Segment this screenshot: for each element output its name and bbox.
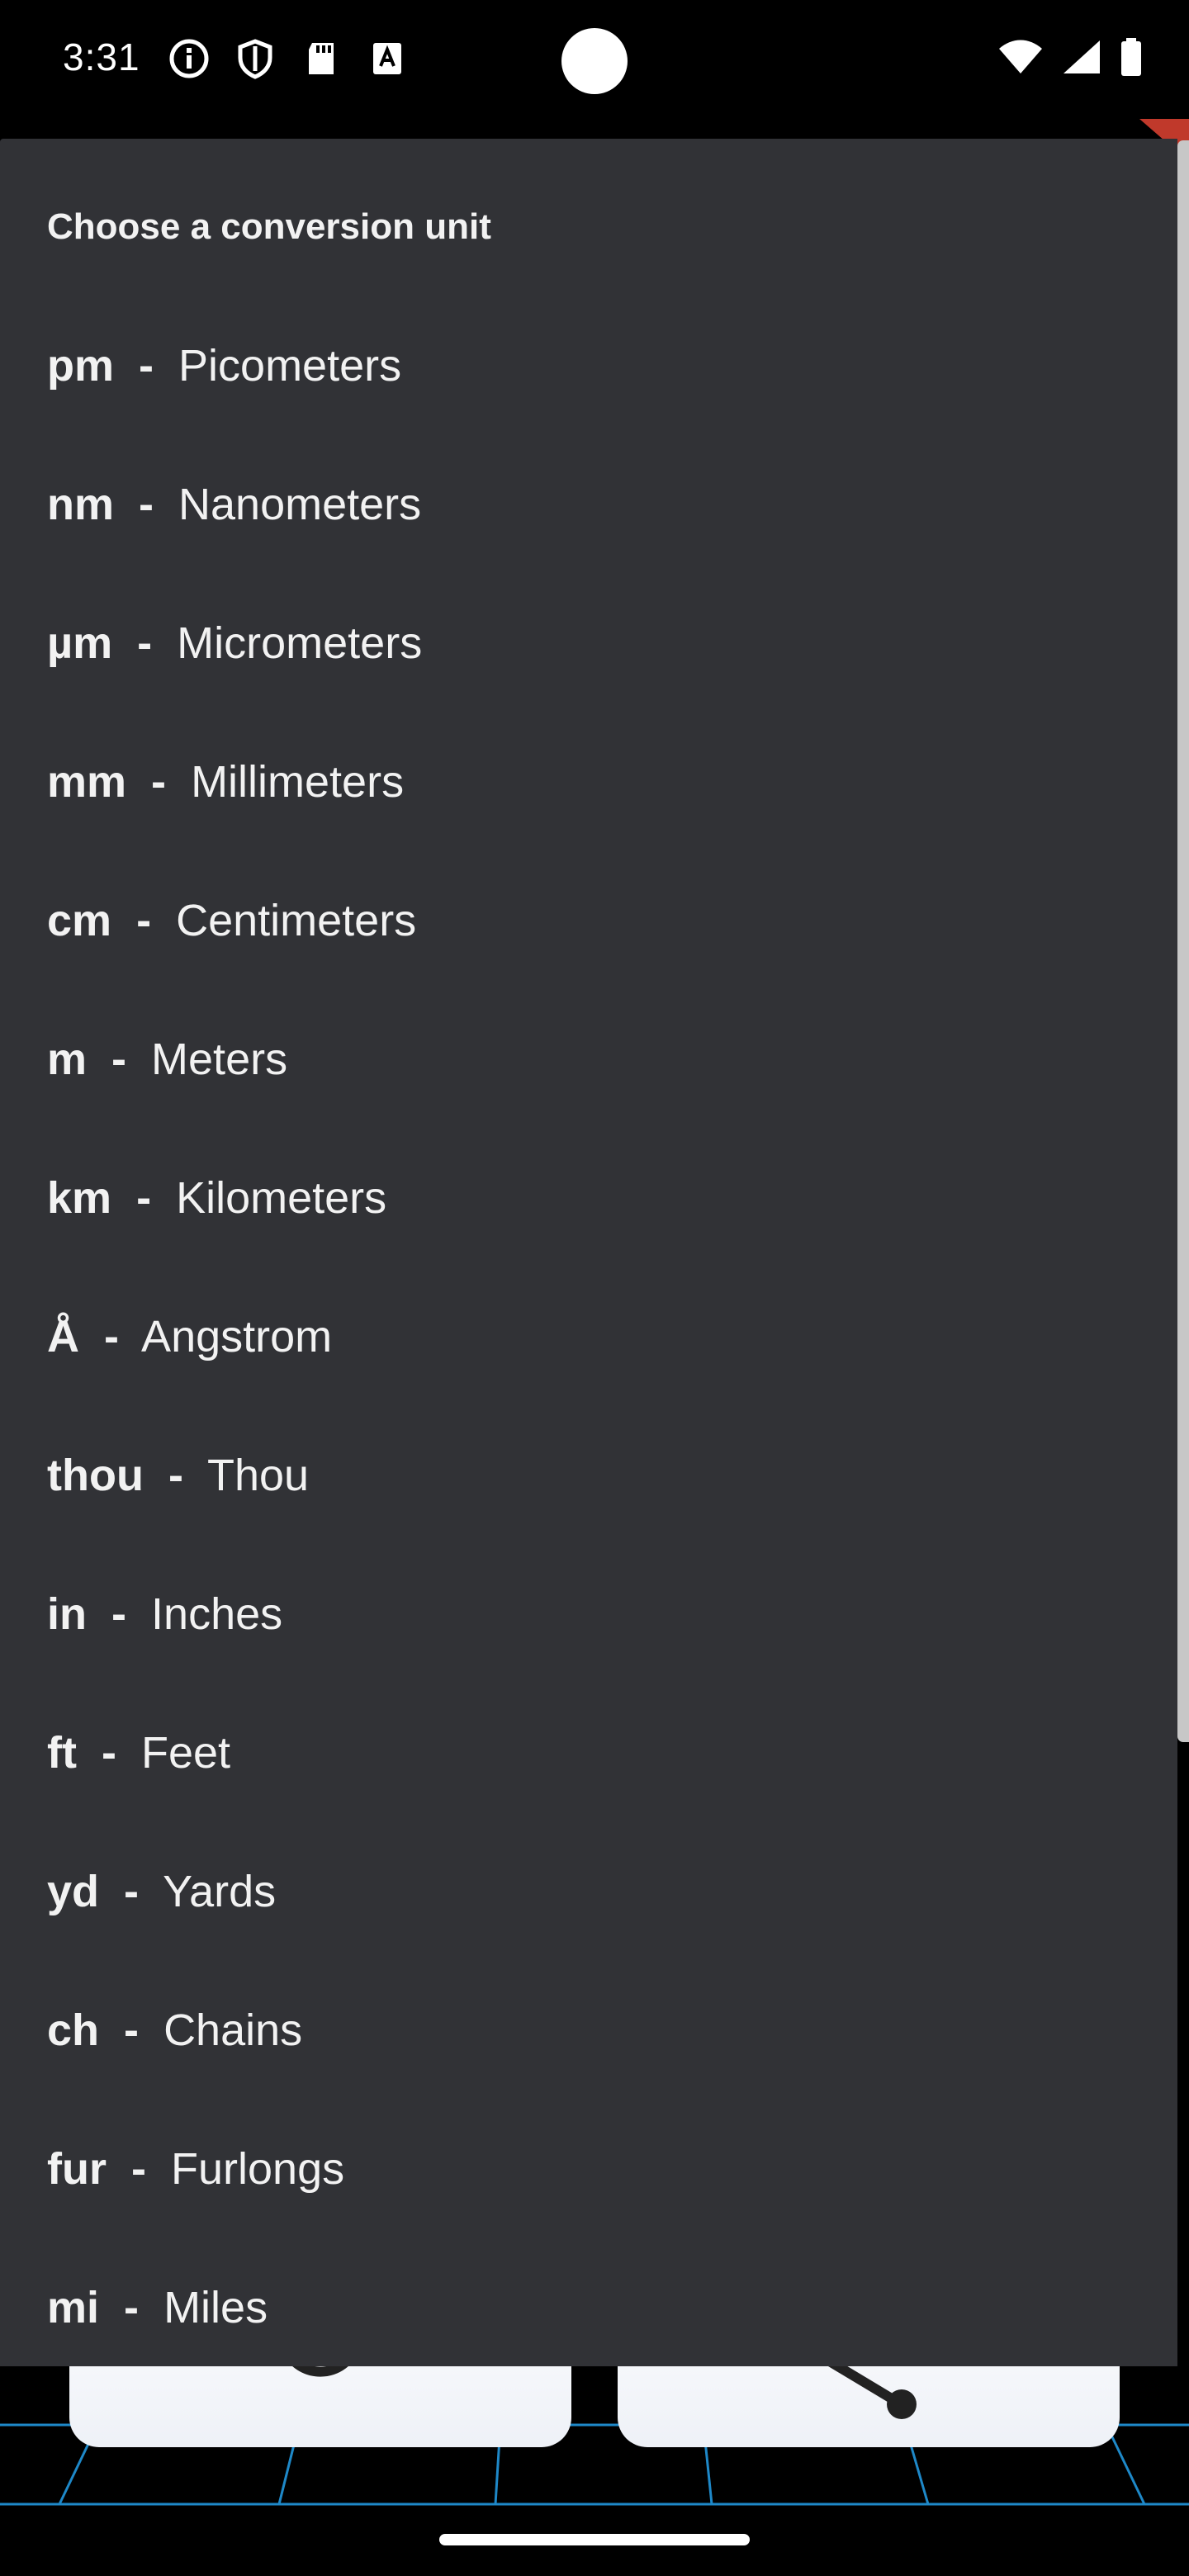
unit-abbreviation: pm [47, 341, 114, 391]
signal-icon [1062, 39, 1101, 79]
unit-option[interactable]: µm - Micrometers [47, 618, 422, 669]
unit-name: Kilometers [176, 1173, 387, 1223]
unit-option[interactable]: cm - Centimeters [47, 895, 416, 946]
unit-name: Picometers [178, 341, 402, 391]
unit-name: Angstrom [141, 1312, 333, 1361]
unit-option[interactable]: in - Inches [47, 1589, 282, 1640]
status-bar: 3:31 [0, 0, 1189, 124]
unit-abbreviation: mm [47, 757, 127, 807]
sd-card-icon [301, 38, 342, 79]
unit-name: Nanometers [178, 480, 422, 529]
unit-abbreviation: fur [47, 2144, 107, 2194]
unit-separator: - [88, 1728, 129, 1778]
unit-separator: - [126, 480, 167, 529]
unit-abbreviation: m [47, 1035, 88, 1084]
unit-abbreviation: mi [47, 2283, 100, 2332]
unit-separator: - [124, 896, 164, 945]
unit-separator: - [125, 618, 165, 668]
unit-abbreviation: ft [47, 1728, 77, 1778]
unit-name: Meters [151, 1035, 288, 1084]
unit-name: Chains [163, 2005, 303, 2055]
sheet-title: Choose a conversion unit [47, 206, 491, 247]
unit-abbreviation: nm [47, 480, 114, 529]
unit-option[interactable]: ft - Feet [47, 1727, 230, 1778]
unit-option[interactable]: pm - Picometers [47, 340, 401, 391]
unit-name: Millimeters [191, 757, 405, 807]
unit-option[interactable]: nm - Nanometers [47, 479, 421, 530]
unit-option[interactable]: fur - Furlongs [47, 2143, 344, 2195]
unit-separator: - [139, 757, 179, 807]
navigation-handle[interactable] [439, 2534, 750, 2545]
unit-option[interactable]: ch - Chains [47, 2005, 302, 2056]
wifi-icon [997, 39, 1044, 79]
unit-name: Thou [207, 1451, 310, 1500]
unit-separator: - [119, 2144, 159, 2194]
unit-name: Furlongs [171, 2144, 345, 2194]
text-icon [367, 38, 408, 79]
shield-icon [234, 38, 276, 79]
unit-separator: - [99, 1589, 140, 1639]
unit-abbreviation: µm [47, 618, 113, 668]
unit-name: Yards [163, 1867, 277, 1916]
unit-separator: - [111, 2005, 152, 2055]
unit-separator: - [126, 341, 167, 391]
unit-name: Feet [141, 1728, 231, 1778]
unit-abbreviation: cm [47, 896, 112, 945]
unit-option[interactable]: thou - Thou [47, 1450, 309, 1501]
unit-abbreviation: yd [47, 1867, 100, 1916]
unit-option[interactable]: mi - Miles [47, 2282, 268, 2333]
unit-abbreviation: Å [47, 1312, 79, 1361]
unit-option[interactable]: Å - Angstrom [47, 1311, 332, 1362]
unit-abbreviation: km [47, 1173, 112, 1223]
unit-abbreviation: thou [47, 1451, 144, 1500]
unit-name: Miles [163, 2283, 268, 2332]
unit-option[interactable]: km - Kilometers [47, 1172, 386, 1224]
status-icons-left [168, 38, 408, 79]
status-time: 3:31 [63, 36, 140, 78]
status-icons-right [997, 38, 1143, 80]
unit-separator: - [99, 1035, 140, 1084]
unit-picker-sheet: Choose a conversion unit pm - Picometers… [0, 139, 1177, 2366]
unit-option[interactable]: m - Meters [47, 1034, 287, 1085]
unit-separator: - [124, 1173, 164, 1223]
unit-name: Inches [151, 1589, 283, 1639]
unit-name: Micrometers [177, 618, 423, 668]
scrollbar[interactable] [1177, 140, 1189, 1742]
unit-separator: - [111, 2283, 152, 2332]
unit-abbreviation: in [47, 1589, 87, 1639]
unit-abbreviation: ch [47, 2005, 100, 2055]
unit-name: Centimeters [176, 896, 417, 945]
camera-cutout [561, 28, 628, 94]
unit-option[interactable]: yd - Yards [47, 1866, 276, 1917]
info-icon [168, 38, 210, 79]
unit-option[interactable]: mm - Millimeters [47, 756, 404, 807]
battery-icon [1120, 38, 1143, 80]
unit-separator: - [155, 1451, 196, 1500]
unit-separator: - [111, 1867, 152, 1916]
unit-separator: - [92, 1312, 132, 1361]
